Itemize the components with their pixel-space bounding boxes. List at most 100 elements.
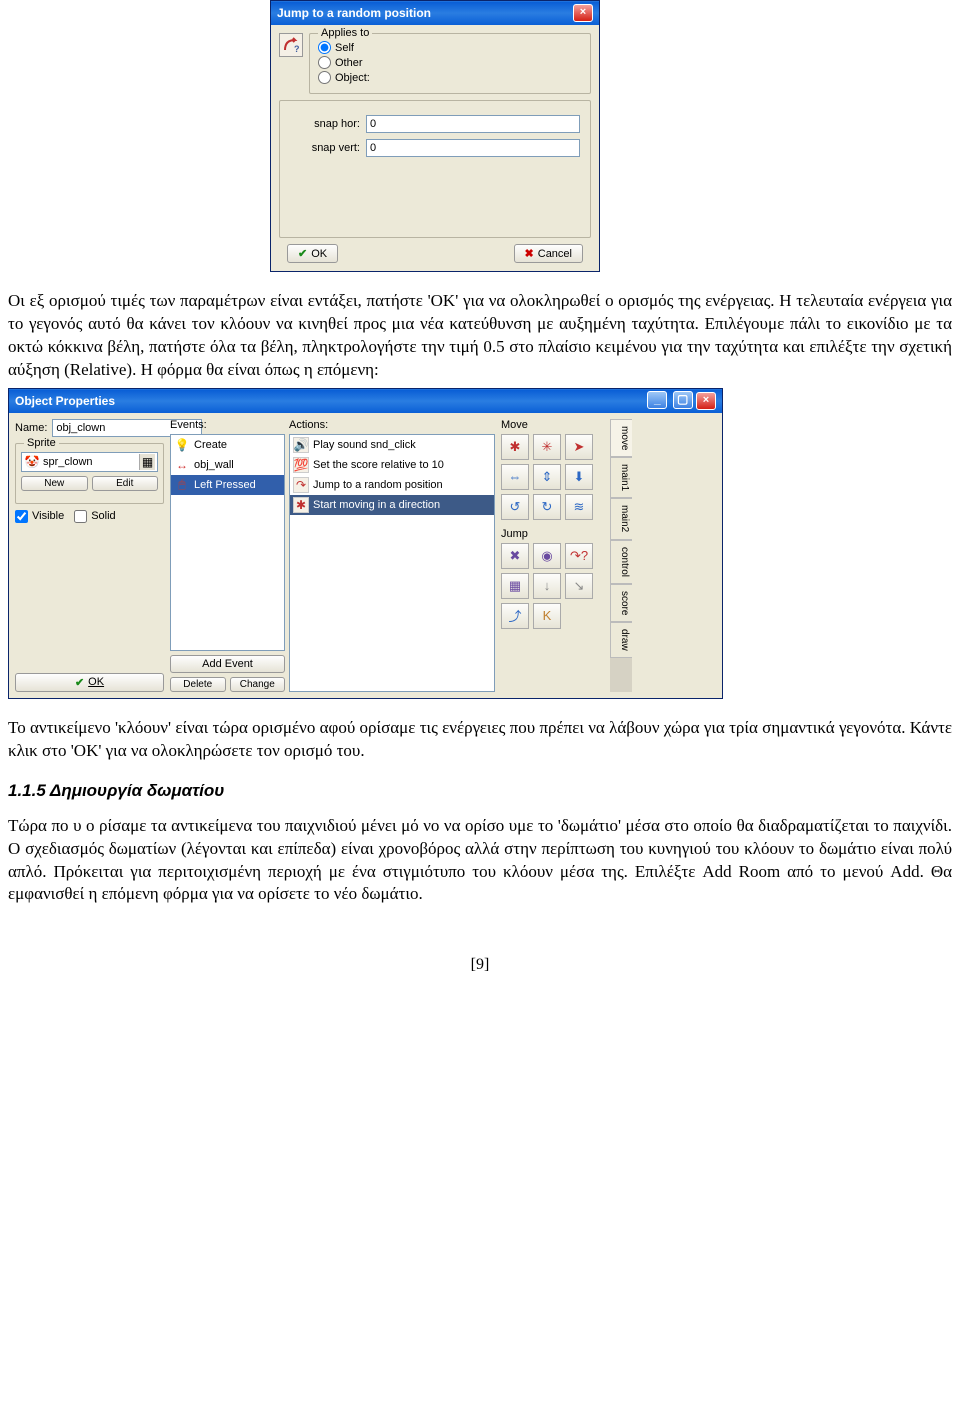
radio-object-label: Object:: [335, 72, 370, 84]
events-label: Events:: [170, 419, 285, 431]
action-icon: ↷: [293, 477, 309, 493]
applies-to-legend: Applies to: [318, 27, 372, 39]
snap-hor-label: snap hor:: [290, 118, 360, 130]
section-heading: 1.1.5 Δημιουργία δωματίου: [8, 781, 952, 801]
solid-checkbox[interactable]: Solid: [74, 510, 115, 523]
action-icon: 🔊: [293, 437, 309, 453]
ok-label: OK: [88, 676, 104, 688]
sprite-selector[interactable]: 🤡 spr_clown ▦: [21, 452, 158, 472]
sprite-value: spr_clown: [43, 456, 136, 468]
event-icon: ↔: [174, 457, 190, 473]
bounce-icon[interactable]: ⤴: [501, 603, 529, 629]
radio-other[interactable]: [318, 56, 331, 69]
reverse-hor-icon[interactable]: ↺: [501, 494, 529, 520]
jump-random-icon[interactable]: ↷?: [565, 543, 593, 569]
event-label: obj_wall: [194, 459, 234, 471]
objprops-titlebar: Object Properties _ ▢ ×: [9, 389, 722, 413]
reverse-vert-icon[interactable]: ↻: [533, 494, 561, 520]
snap-vert-label: snap vert:: [290, 142, 360, 154]
jump-tool-grid: ✖ ◉ ↷? ▦ ↓ ↘ ⤴ K: [501, 543, 610, 629]
move-towards-icon[interactable]: ➤: [565, 434, 593, 460]
sprite-thumb-icon: 🤡: [24, 454, 40, 470]
new-sprite-button[interactable]: New: [21, 476, 88, 491]
object-properties-dialog: Object Properties _ ▢ × Name: Sprite 🤡 s…: [8, 388, 723, 699]
maximize-icon[interactable]: ▢: [673, 391, 693, 409]
move-tool-grid: ✱ ✳ ➤ ⇔ ⇕ ⬇ ↺ ↻ ≋: [501, 434, 610, 520]
speed-vert-icon[interactable]: ⇕: [533, 464, 561, 490]
event-label: Create: [194, 439, 227, 451]
action-icon: 💯: [293, 457, 309, 473]
action-label: Play sound snd_click: [313, 439, 416, 451]
x-icon: ✖: [525, 247, 534, 260]
move-dir-icon[interactable]: ✱: [501, 434, 529, 460]
name-label: Name:: [15, 422, 47, 434]
check-icon: ✔: [75, 676, 84, 689]
jump-dialog-title: Jump to a random position: [277, 6, 431, 20]
move-contact-icon[interactable]: ↘: [565, 573, 593, 599]
cancel-button[interactable]: ✖ Cancel: [514, 244, 583, 263]
tab-score[interactable]: score: [610, 584, 632, 622]
action-label: Start moving in a direction: [313, 499, 440, 511]
action-icon: ✱: [293, 497, 309, 513]
check-icon: ✔: [298, 247, 307, 260]
jump-pos-icon[interactable]: ✖: [501, 543, 529, 569]
change-event-button[interactable]: Change: [230, 677, 286, 692]
action-item[interactable]: ↷ Jump to a random position: [290, 475, 494, 495]
tab-move[interactable]: move: [610, 419, 632, 457]
close-icon[interactable]: ×: [573, 4, 593, 22]
ok-button[interactable]: ✔ OK: [287, 244, 338, 263]
event-item[interactable]: 🖱 Left Pressed: [171, 475, 284, 495]
gravity-icon[interactable]: ⬇: [565, 464, 593, 490]
visible-checkbox[interactable]: Visible: [15, 510, 64, 523]
action-item[interactable]: 🔊 Play sound snd_click: [290, 435, 494, 455]
close-icon[interactable]: ×: [696, 392, 716, 410]
tab-control[interactable]: control: [610, 540, 632, 584]
wrap-icon[interactable]: ↓: [533, 573, 561, 599]
minimize-icon[interactable]: _: [647, 391, 667, 409]
event-item[interactable]: 💡Create: [171, 435, 284, 455]
event-label: Left Pressed: [194, 479, 256, 491]
jump-action-icon: ?: [279, 33, 303, 57]
move-free-icon[interactable]: ✳: [533, 434, 561, 460]
radio-other-label: Other: [335, 57, 363, 69]
cancel-label: Cancel: [538, 248, 572, 260]
action-label: Set the score relative to 10: [313, 459, 444, 471]
edit-sprite-button[interactable]: Edit: [92, 476, 159, 491]
jump-heading: Jump: [501, 528, 610, 540]
objprops-title: Object Properties: [15, 394, 115, 408]
tab-main1[interactable]: main1: [610, 457, 632, 498]
action-label: Jump to a random position: [313, 479, 443, 491]
delete-event-button[interactable]: Delete: [170, 677, 226, 692]
paragraph-1: Οι εξ ορισμού τιμές των παραμέτρων είναι…: [0, 290, 960, 382]
page-number: [9]: [0, 956, 960, 974]
radio-self-label: Self: [335, 42, 354, 54]
friction-icon[interactable]: ≋: [565, 494, 593, 520]
add-event-button[interactable]: Add Event: [170, 655, 285, 673]
paragraph-2: Το αντικείμενο 'κλόουν' είναι τώρα ορισμ…: [0, 717, 960, 763]
actions-label: Actions:: [289, 419, 495, 431]
snap-vert-input[interactable]: [366, 139, 580, 157]
radio-object[interactable]: [318, 71, 331, 84]
action-item[interactable]: ✱ Start moving in a direction: [290, 495, 494, 515]
align-grid-icon[interactable]: ▦: [501, 573, 529, 599]
action-item[interactable]: 💯 Set the score relative to 10: [290, 455, 494, 475]
tab-draw[interactable]: draw: [610, 622, 632, 658]
move-heading: Move: [501, 419, 610, 431]
jump-dialog: Jump to a random position × ? Applies to…: [270, 0, 600, 272]
event-icon: 🖱: [174, 477, 190, 493]
radio-self[interactable]: [318, 41, 331, 54]
jump-start-icon[interactable]: ◉: [533, 543, 561, 569]
svg-text:?: ?: [294, 44, 300, 54]
tab-strip: movemain1main2controlscoredraw: [610, 419, 632, 692]
sprite-menu-icon[interactable]: ▦: [139, 454, 155, 470]
ok-label: OK: [311, 248, 327, 260]
path-icon[interactable]: K: [533, 603, 561, 629]
tab-main2[interactable]: main2: [610, 498, 632, 539]
ok-button[interactable]: ✔ OK: [15, 673, 164, 692]
actions-listbox[interactable]: 🔊 Play sound snd_click 💯 Set the score rela…: [289, 434, 495, 692]
events-listbox[interactable]: 💡Create ↔ obj_wall 🖱 Left Pressed: [170, 434, 285, 651]
event-item[interactable]: ↔ obj_wall: [171, 455, 284, 475]
sprite-legend: Sprite: [24, 437, 59, 449]
speed-hor-icon[interactable]: ⇔: [501, 464, 529, 490]
snap-hor-input[interactable]: [366, 115, 580, 133]
